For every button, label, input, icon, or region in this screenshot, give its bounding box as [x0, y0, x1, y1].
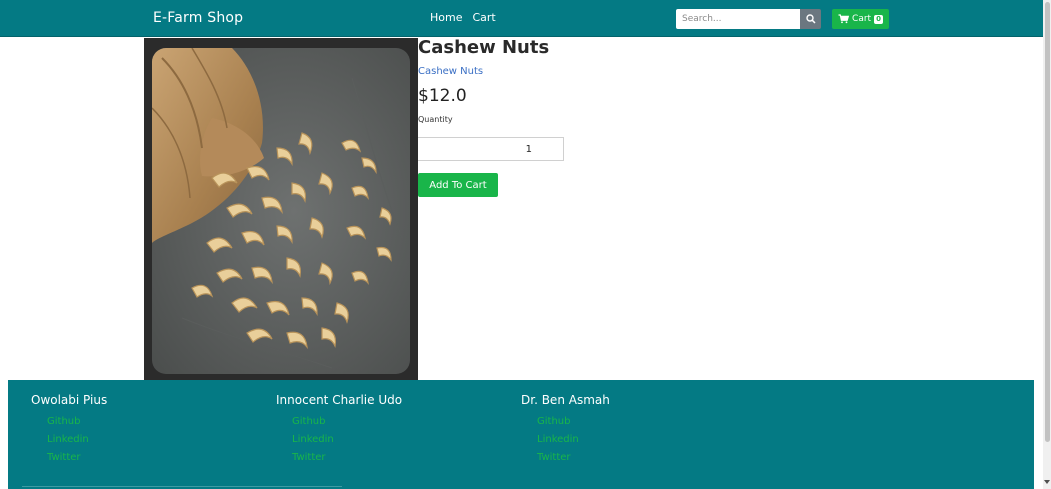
linkedin-link[interactable]: Linkedin [292, 434, 402, 445]
navbar: E-Farm Shop Home Cart Cart 0 [0, 0, 1043, 37]
quantity-input[interactable] [418, 137, 564, 161]
github-link[interactable]: Github [47, 416, 107, 427]
cart-button[interactable]: Cart 0 [832, 9, 889, 29]
search-icon [805, 14, 816, 24]
linkedin-link[interactable]: Linkedin [47, 434, 107, 445]
scrollbar-thumb[interactable] [1045, 2, 1050, 442]
nav-cart-link[interactable]: Cart [472, 11, 495, 24]
footer: Owolabi Pius Github Linkedin Twitter Inn… [8, 380, 1034, 489]
quantity-label: Quantity [418, 115, 453, 124]
footer-divider [22, 486, 342, 487]
footer-person-name: Owolabi Pius [31, 393, 108, 407]
cashew-nuts-photo [152, 48, 410, 374]
brand-logo[interactable]: E-Farm Shop [153, 10, 243, 26]
product-category-link[interactable]: Cashew Nuts [418, 66, 483, 77]
product-title: Cashew Nuts [418, 37, 550, 58]
footer-person-name: Dr. Ben Asmah [521, 393, 610, 407]
nav-links: Home Cart [430, 11, 496, 24]
add-to-cart-button[interactable]: Add To Cart [418, 173, 498, 197]
cart-count-badge: 0 [874, 14, 883, 24]
twitter-link[interactable]: Twitter [537, 452, 610, 463]
product-price: $12.0 [418, 86, 467, 106]
footer-column-owolabi: Owolabi Pius Github Linkedin Twitter [31, 393, 107, 470]
footer-column-innocent: Innocent Charlie Udo Github Linkedin Twi… [276, 393, 402, 470]
search-input[interactable] [676, 9, 800, 29]
search-button[interactable] [800, 9, 821, 29]
nav-home-link[interactable]: Home [430, 11, 462, 24]
twitter-link[interactable]: Twitter [47, 452, 107, 463]
product-image [152, 48, 410, 374]
github-link[interactable]: Github [292, 416, 402, 427]
cart-button-label: Cart [852, 14, 872, 24]
page: E-Farm Shop Home Cart Cart 0 [0, 0, 1051, 489]
footer-column-ben: Dr. Ben Asmah Github Linkedin Twitter [521, 393, 610, 470]
linkedin-link[interactable]: Linkedin [537, 434, 610, 445]
shopping-cart-icon [838, 14, 850, 24]
twitter-link[interactable]: Twitter [292, 452, 402, 463]
scroll-down-arrow-icon[interactable] [1044, 480, 1050, 484]
github-link[interactable]: Github [537, 416, 610, 427]
footer-person-name: Innocent Charlie Udo [276, 393, 403, 407]
product-image-frame [144, 38, 418, 380]
